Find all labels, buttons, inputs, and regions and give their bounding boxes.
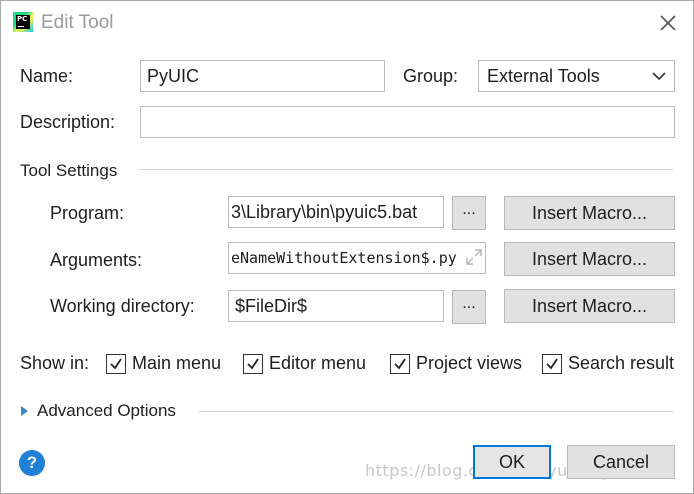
group-selected-value: External Tools	[487, 66, 600, 86]
project-views-label: Project views	[416, 353, 523, 373]
main-menu-checkbox[interactable]	[106, 354, 126, 374]
checkmark-icon	[546, 358, 558, 370]
group-select[interactable]: External Tools	[478, 60, 675, 92]
chevron-down-icon	[652, 72, 666, 81]
close-icon[interactable]	[658, 13, 678, 33]
window-title: Edit Tool	[41, 12, 114, 33]
cancel-button[interactable]: Cancel	[567, 445, 675, 479]
program-input[interactable]: 3\Library\bin\pyuic5.bat	[228, 196, 444, 228]
checkmark-icon	[394, 358, 406, 370]
editor-menu-label: Editor menu	[269, 353, 367, 373]
editor-menu-checkbox[interactable]	[243, 354, 263, 374]
show-in-label: Show in:	[20, 353, 90, 373]
separator	[138, 169, 673, 170]
program-label: Program:	[50, 203, 125, 223]
expand-icon[interactable]	[465, 248, 483, 266]
working-directory-label: Working directory:	[50, 296, 195, 316]
arguments-label: Arguments:	[50, 250, 143, 270]
working-directory-input[interactable]: $FileDir$	[228, 290, 444, 322]
description-input[interactable]	[140, 106, 675, 138]
search-result-checkbox[interactable]	[542, 354, 562, 374]
triangle-right-icon[interactable]	[20, 405, 30, 417]
program-browse-button[interactable]: ...	[452, 196, 486, 230]
main-menu-label: Main menu	[132, 353, 222, 373]
name-label: Name:	[20, 66, 74, 86]
title-bar: PC Edit Tool	[1, 1, 693, 45]
group-label: Group:	[403, 66, 459, 86]
arguments-insert-macro-button[interactable]: Insert Macro...	[504, 242, 675, 276]
name-input[interactable]: PyUIC	[140, 60, 385, 92]
project-views-checkbox[interactable]	[390, 354, 410, 374]
advanced-options-toggle[interactable]: Advanced Options	[37, 401, 176, 421]
search-result-label: Search result	[568, 353, 675, 373]
help-button[interactable]: ?	[19, 450, 45, 476]
program-insert-macro-button[interactable]: Insert Macro...	[504, 196, 675, 230]
arguments-input[interactable]: eNameWithoutExtension$.py	[228, 242, 486, 274]
checkmark-icon	[247, 358, 259, 370]
working-directory-browse-button[interactable]: ...	[452, 290, 486, 324]
tool-settings-header: Tool Settings	[20, 161, 118, 180]
ok-button[interactable]: OK	[473, 445, 551, 479]
description-label: Description:	[20, 112, 116, 132]
working-directory-insert-macro-button[interactable]: Insert Macro...	[504, 289, 675, 323]
checkmark-icon	[110, 358, 122, 370]
separator	[199, 411, 673, 412]
pycharm-app-icon: PC	[13, 12, 33, 32]
edit-tool-dialog: PC Edit Tool Name: PyUIC Group: External…	[0, 0, 694, 494]
